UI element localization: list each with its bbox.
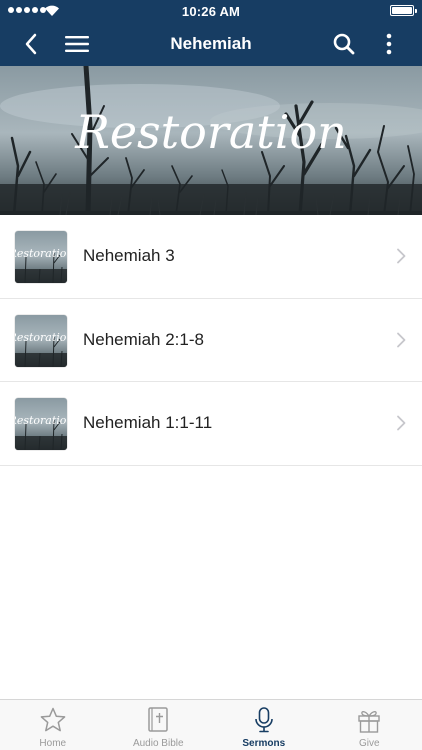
star-icon — [40, 707, 66, 732]
tab-label: Home — [39, 738, 67, 749]
battery-icon — [390, 5, 417, 16]
svg-text:Restoration: Restoration — [15, 331, 67, 344]
tab-bar: Home Audio Bible Sermons Give — [0, 699, 422, 750]
svg-text:Restoration: Restoration — [15, 414, 67, 427]
sermon-thumbnail: Restoration — [15, 231, 67, 283]
sermon-title: Nehemiah 1:1-11 — [83, 413, 213, 432]
chevron-right-icon — [397, 415, 406, 431]
sermon-list-item[interactable]: Restoration Nehemiah 1:1-11 — [0, 382, 422, 466]
tab-home[interactable]: Home — [0, 700, 106, 750]
search-icon — [333, 33, 355, 55]
sermon-list: Restoration Nehemiah 3 Restoration Nehem… — [0, 215, 422, 466]
more-options-button[interactable] — [373, 28, 405, 60]
microphone-icon — [254, 707, 273, 733]
sermon-list-item[interactable]: Restoration Nehemiah 3 — [0, 215, 422, 299]
sermon-thumbnail: Restoration — [15, 314, 67, 367]
tab-give[interactable]: Give — [317, 700, 422, 750]
vertical-ellipsis-icon — [386, 33, 392, 55]
chevron-right-icon — [397, 248, 406, 264]
chevron-right-icon — [397, 332, 406, 347]
svg-text:Restoration: Restoration — [15, 247, 67, 260]
series-title-script: Restoration — [74, 105, 347, 159]
tab-sermons[interactable]: Sermons — [211, 700, 317, 750]
gift-icon — [358, 711, 380, 733]
tab-label: Sermons — [242, 738, 286, 749]
navigation-bar: Nehemiah — [0, 22, 422, 66]
tab-label: Audio Bible — [132, 738, 184, 749]
tab-audio-bible[interactable]: Audio Bible — [106, 700, 212, 750]
series-banner-art: Restoration — [0, 66, 422, 215]
series-banner: Restoration — [0, 66, 422, 215]
status-time: 10:26 AM — [181, 4, 241, 19]
tab-label: Give — [358, 738, 380, 749]
status-bar: 10:26 AM — [0, 0, 422, 22]
sermon-title: Nehemiah 3 — [83, 246, 175, 265]
bible-icon — [148, 707, 168, 732]
sermon-title: Nehemiah 2:1-8 — [83, 329, 204, 349]
search-button[interactable] — [328, 28, 360, 60]
sermon-thumbnail: Restoration — [15, 398, 67, 450]
sermon-list-item[interactable]: Restoration Nehemiah 2:1-8 — [0, 298, 422, 382]
